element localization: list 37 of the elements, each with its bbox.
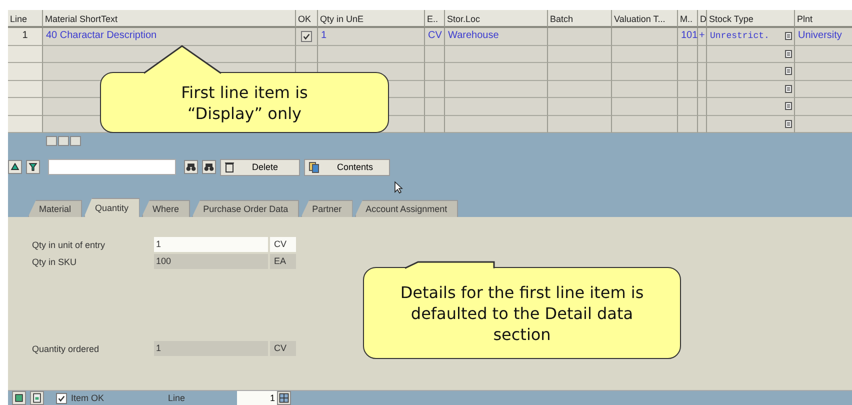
field-label: Quantity ordered <box>32 344 100 354</box>
field-label: Qty in unit of entry <box>32 240 106 250</box>
delete-button[interactable]: Delete <box>220 158 300 176</box>
table-cell: 101 <box>678 28 698 46</box>
unit-field[interactable]: CV <box>270 237 296 252</box>
checkbox-label: Item OK <box>71 393 104 403</box>
tab[interactable]: Quantity <box>84 198 140 217</box>
column-header[interactable]: Stock Type <box>707 10 795 28</box>
table-cell: CV <box>425 28 445 46</box>
tab[interactable]: Material <box>28 200 82 217</box>
table-cell: + <box>698 28 707 46</box>
field-label: Qty in SKU <box>32 256 78 266</box>
table-cell: 40 Charactar Description <box>43 28 296 46</box>
input-field[interactable]: 1 <box>154 237 268 252</box>
column-header[interactable]: Batch <box>548 10 612 28</box>
table-cell: University <box>795 28 852 46</box>
column-header[interactable]: OK <box>296 10 318 28</box>
tab[interactable]: Account Assignment <box>354 200 458 217</box>
column-header[interactable]: Line <box>8 10 43 28</box>
line-field[interactable]: 1 <box>237 391 278 405</box>
column-header[interactable]: Plnt <box>795 10 852 28</box>
tab[interactable]: Where <box>142 200 190 217</box>
line-number[interactable]: 1 <box>8 28 43 46</box>
column-header[interactable]: Material ShortText <box>43 10 296 28</box>
line-label: Line <box>168 393 186 403</box>
tab[interactable]: Partner <box>301 200 353 217</box>
tab[interactable]: Purchase Order Data <box>192 200 300 217</box>
table-cell: 1 <box>318 28 425 46</box>
table-cell: Warehouse <box>445 28 548 46</box>
column-header[interactable]: D <box>698 10 707 28</box>
stock-type-text: Unrestrict. <box>710 30 770 44</box>
column-header[interactable]: Valuation T... <box>612 10 678 28</box>
column-header[interactable]: M.. <box>678 10 698 28</box>
contents-button[interactable]: Contents <box>304 158 390 176</box>
column-header[interactable]: E.. <box>425 10 445 28</box>
column-header[interactable]: Qty in UnE <box>318 10 425 28</box>
column-header[interactable]: Stor.Loc <box>445 10 548 28</box>
